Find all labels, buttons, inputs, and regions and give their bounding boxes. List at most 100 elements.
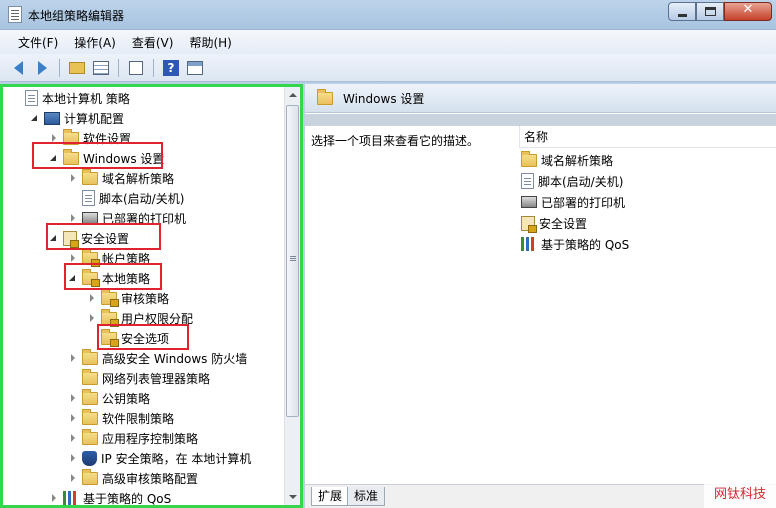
minimize-button[interactable] bbox=[668, 2, 696, 21]
expand-arrow-icon[interactable] bbox=[68, 453, 78, 463]
toolbar-separator bbox=[153, 58, 154, 77]
details-header: Windows 设置 bbox=[305, 84, 776, 113]
menu-file[interactable]: 文件(F) bbox=[10, 32, 66, 53]
tree-item[interactable]: 软件限制策略 bbox=[68, 408, 174, 428]
scroll-thumb[interactable] bbox=[286, 105, 299, 417]
folder-icon bbox=[82, 368, 98, 385]
details-pane: Windows 设置 选择一个项目来查看它的描述。 名称 域名解析策略脚本(启动… bbox=[305, 84, 776, 508]
tree-item[interactable]: 审核策略 bbox=[87, 288, 169, 308]
doc-icon bbox=[25, 90, 38, 106]
tree-item-label: 软件限制策略 bbox=[102, 411, 175, 426]
menu-view[interactable]: 查看(V) bbox=[124, 32, 182, 53]
description-text: 选择一个项目来查看它的描述。 bbox=[311, 134, 480, 148]
list-item[interactable]: 域名解析策略 bbox=[521, 150, 613, 170]
tree-item[interactable]: 公钥策略 bbox=[68, 388, 150, 408]
tree-item[interactable]: 高级审核策略配置 bbox=[68, 468, 198, 488]
list-item-label: 域名解析策略 bbox=[541, 153, 614, 168]
tree-item[interactable]: 高级安全 Windows 防火墙 bbox=[68, 348, 247, 368]
highlight-windows-settings bbox=[32, 142, 163, 169]
menu-help[interactable]: 帮助(H) bbox=[181, 32, 239, 53]
printer-icon bbox=[521, 196, 537, 208]
toolbar-separator bbox=[118, 58, 119, 77]
tree-item-label: IP 安全策略，在 本地计算机 bbox=[101, 451, 252, 466]
list-item-label: 基于策略的 QoS bbox=[541, 237, 630, 252]
tree-item[interactable]: 脚本(启动/关机) bbox=[68, 188, 184, 208]
watermark: 网钛科技 bbox=[704, 484, 776, 508]
expand-arrow-icon[interactable] bbox=[68, 213, 78, 223]
export-icon bbox=[129, 60, 143, 75]
tree-item[interactable]: 应用程序控制策略 bbox=[68, 428, 198, 448]
list-item-label: 已部署的打印机 bbox=[541, 195, 626, 210]
show-hide-tree-button[interactable] bbox=[91, 58, 111, 78]
menu-bar: 文件(F) 操作(A) 查看(V) 帮助(H) bbox=[0, 30, 776, 54]
tree-vertical-scrollbar[interactable] bbox=[284, 87, 300, 505]
scroll-up-button[interactable] bbox=[285, 87, 300, 103]
tab-extended[interactable]: 扩展 bbox=[311, 487, 350, 506]
back-button[interactable] bbox=[8, 58, 28, 78]
expand-arrow-icon[interactable] bbox=[68, 353, 78, 363]
back-arrow-icon bbox=[13, 60, 23, 75]
console-tree-pane: 本地计算机 策略 计算机配置 软件设置 Windows 设置 域名解析策略 脚本(启动/关… bbox=[0, 84, 303, 508]
tree-item-label: 基于策略的 QoS bbox=[83, 491, 172, 506]
folder-icon bbox=[82, 468, 98, 485]
expand-arrow-icon[interactable] bbox=[49, 493, 59, 503]
tree-item[interactable]: 计算机配置 bbox=[30, 108, 124, 128]
menu-action[interactable]: 操作(A) bbox=[66, 32, 124, 53]
maximize-button[interactable] bbox=[696, 2, 724, 21]
scroll-down-button[interactable] bbox=[285, 489, 300, 505]
qos-icon bbox=[521, 237, 537, 251]
tree-item-label: 本地计算机 策略 bbox=[42, 91, 130, 106]
export-list-button[interactable] bbox=[126, 58, 146, 78]
tree-item[interactable]: 基于策略的 QoS bbox=[49, 488, 171, 505]
tree-item[interactable]: 网络列表管理器策略 bbox=[68, 368, 210, 388]
collapse-arrow-icon[interactable] bbox=[30, 113, 40, 123]
help-button[interactable]: ? bbox=[161, 58, 181, 78]
expand-arrow-icon[interactable] bbox=[68, 173, 78, 183]
column-header-name[interactable]: 名称 bbox=[519, 126, 776, 148]
details-header-band bbox=[305, 114, 776, 126]
expand-arrow-icon[interactable] bbox=[87, 313, 97, 323]
shield-icon bbox=[82, 450, 97, 466]
folder-icon bbox=[82, 428, 98, 445]
expand-arrow-icon[interactable] bbox=[87, 293, 97, 303]
folder-icon bbox=[82, 348, 98, 365]
expand-arrow-icon[interactable] bbox=[68, 473, 78, 483]
toolbar-separator bbox=[59, 58, 60, 77]
highlight-local-policies bbox=[64, 263, 162, 290]
tab-standard[interactable]: 标准 bbox=[347, 487, 386, 506]
close-icon: ✕ bbox=[742, 2, 754, 17]
folder-icon bbox=[82, 388, 98, 405]
expand-arrow-icon[interactable] bbox=[68, 413, 78, 423]
computer-icon bbox=[44, 111, 60, 125]
properties-button[interactable] bbox=[185, 58, 205, 78]
list-item[interactable]: 基于策略的 QoS bbox=[521, 234, 629, 254]
lock-folder-icon bbox=[101, 308, 119, 327]
qos-icon bbox=[63, 491, 79, 505]
expand-arrow-icon[interactable] bbox=[68, 433, 78, 443]
list-item[interactable]: 已部署的打印机 bbox=[521, 192, 625, 212]
details-title: Windows 设置 bbox=[343, 91, 425, 106]
list-item[interactable]: 脚本(启动/关机) bbox=[521, 171, 623, 191]
tree-item-label: 高级安全 Windows 防火墙 bbox=[102, 351, 248, 366]
highlight-security-options bbox=[97, 324, 189, 350]
tree-item[interactable]: 域名解析策略 bbox=[68, 168, 174, 188]
tree-item[interactable]: 本地计算机 策略 bbox=[11, 88, 130, 108]
expand-arrow-icon[interactable] bbox=[68, 393, 78, 403]
up-one-level-button[interactable] bbox=[67, 58, 87, 78]
expand-arrow-icon[interactable] bbox=[68, 253, 78, 263]
folder-icon bbox=[82, 168, 98, 185]
doc-icon bbox=[521, 173, 534, 189]
app-icon bbox=[8, 6, 22, 23]
folder-icon bbox=[317, 88, 333, 105]
title-bar: 本地组策略编辑器 ✕ bbox=[0, 0, 776, 30]
close-button[interactable]: ✕ bbox=[724, 2, 772, 21]
tree-item-label: 域名解析策略 bbox=[102, 171, 175, 186]
list-item-label: 安全设置 bbox=[539, 216, 588, 231]
list-item[interactable]: 安全设置 bbox=[521, 213, 587, 233]
window-title: 本地组策略编辑器 bbox=[28, 9, 125, 23]
forward-button[interactable] bbox=[32, 58, 52, 78]
tree-item[interactable]: IP 安全策略，在 本地计算机 bbox=[68, 448, 251, 468]
